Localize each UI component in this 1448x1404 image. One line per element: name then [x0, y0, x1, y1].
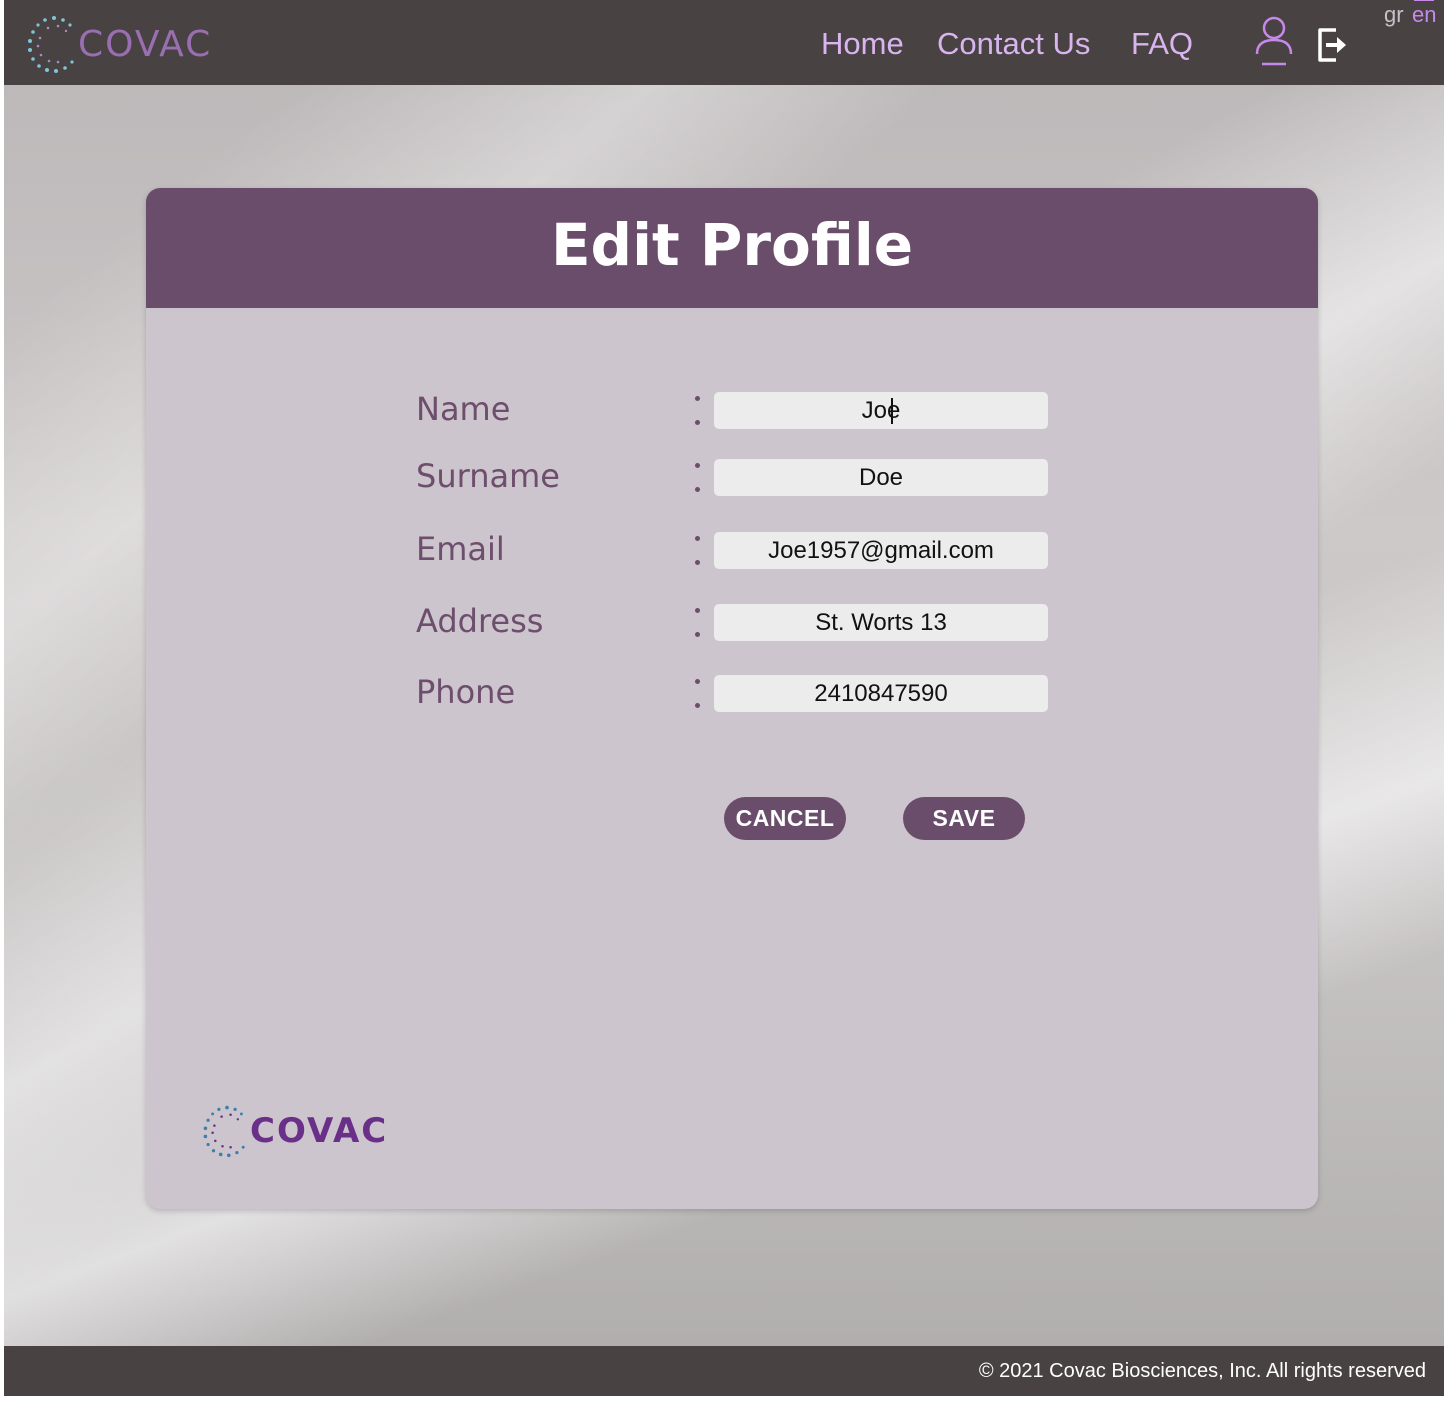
- profile-button[interactable]: [1254, 14, 1294, 75]
- card-header: Edit Profile: [146, 188, 1318, 308]
- card-footer-logo: COVAC: [200, 1104, 388, 1158]
- form-row-email: Email: [146, 530, 1318, 570]
- covac-logo-icon: [28, 16, 74, 73]
- colon-separator: [695, 604, 701, 640]
- form-row-name: Name: [146, 390, 1318, 430]
- colon-separator: [695, 459, 701, 495]
- address-label: Address: [416, 602, 544, 640]
- nav-home-link[interactable]: Home: [821, 26, 904, 62]
- logout-button[interactable]: [1316, 26, 1350, 69]
- surname-input[interactable]: [714, 459, 1048, 496]
- logout-icon: [1318, 28, 1346, 62]
- form-row-address: Address: [146, 602, 1318, 642]
- cancel-button[interactable]: CANCEL: [724, 797, 846, 840]
- nav-contact-link[interactable]: Contact Us: [937, 26, 1090, 62]
- phone-label: Phone: [416, 673, 516, 711]
- copyright-text: © 2021 Covac Biosciences, Inc. All right…: [978, 1360, 1426, 1382]
- form-row-phone: Phone: [146, 673, 1318, 713]
- page-title: Edit Profile: [550, 211, 914, 279]
- email-label: Email: [416, 530, 505, 568]
- language-en[interactable]: en: [1412, 0, 1436, 28]
- user-icon: [1255, 16, 1293, 66]
- covac-logo[interactable]: COVAC: [24, 14, 212, 74]
- colon-separator: [695, 675, 701, 711]
- app-frame: COVAC Home Contact Us FAQ gr en Edit Pro…: [4, 0, 1444, 1396]
- save-button[interactable]: SAVE: [903, 797, 1025, 840]
- text-cursor: [891, 398, 893, 424]
- email-input[interactable]: [714, 532, 1048, 569]
- covac-logo-icon: [203, 1105, 245, 1158]
- edit-profile-card: Edit Profile Name Surname Email Address …: [146, 188, 1318, 1209]
- logo-text: COVAC: [250, 1111, 389, 1151]
- surname-label: Surname: [416, 457, 560, 495]
- form-row-surname: Surname: [146, 457, 1318, 497]
- logo-text: COVAC: [78, 23, 213, 65]
- top-navbar: COVAC Home Contact Us FAQ gr en: [4, 0, 1444, 85]
- language-gr[interactable]: gr: [1384, 2, 1404, 28]
- phone-input[interactable]: [714, 675, 1048, 712]
- nav-faq-link[interactable]: FAQ: [1131, 26, 1193, 62]
- colon-separator: [695, 392, 701, 428]
- address-input[interactable]: [714, 604, 1048, 641]
- name-label: Name: [416, 390, 511, 428]
- name-input[interactable]: [714, 392, 1048, 429]
- colon-separator: [695, 532, 701, 568]
- page-footer: © 2021 Covac Biosciences, Inc. All right…: [4, 1346, 1444, 1396]
